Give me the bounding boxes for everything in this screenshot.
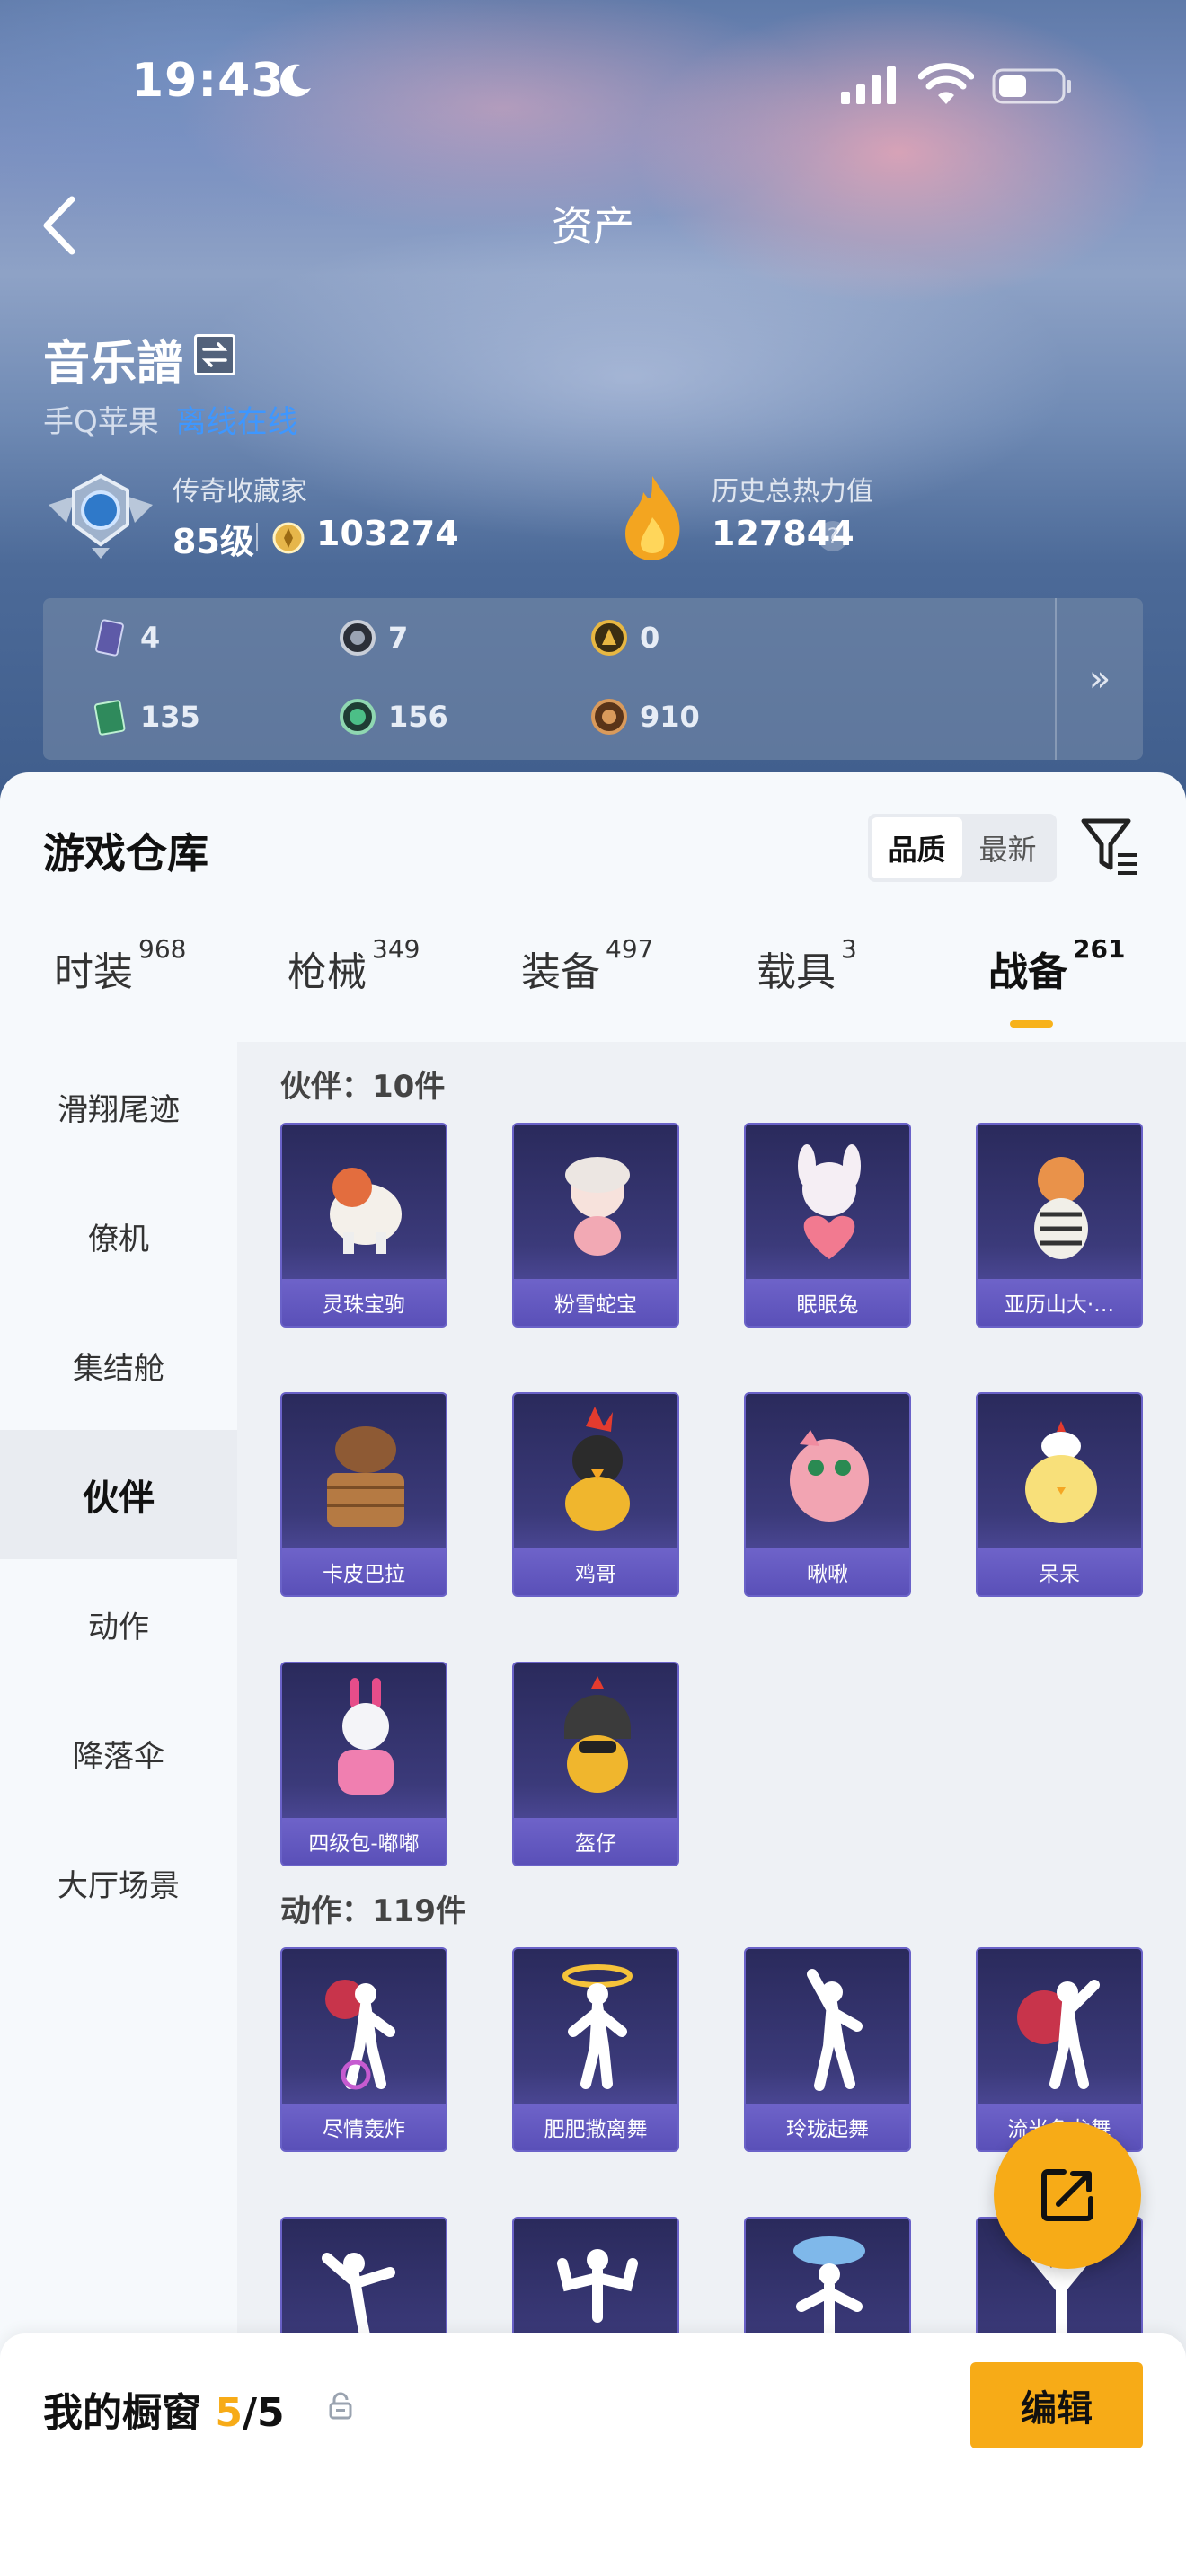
battery-icon [992, 68, 1071, 104]
heat-label: 历史总热力值 [712, 476, 873, 507]
item-card[interactable]: 灵珠宝驹 [280, 1123, 447, 1328]
section-title-emote: 动作：119件 [280, 1893, 466, 1929]
dancer-icon [807, 1969, 863, 2091]
moon-icon [280, 64, 311, 97]
cellular-signal-icon [841, 66, 896, 104]
tiger-icon [1034, 1157, 1088, 1259]
item-card[interactable]: 卡皮巴拉 [280, 1392, 447, 1597]
showcase-bar: 我的橱窗 5/5 编辑 [0, 2333, 1186, 2576]
helmet-chick-icon [564, 1676, 631, 1793]
bunny-icon [798, 1144, 861, 1259]
tab-equipment[interactable]: 装备497 [521, 934, 653, 997]
showcase-title: 我的橱窗 5/5 [43, 2390, 285, 2436]
sidebar-item-glide-trail[interactable]: 滑翔尾迹 [0, 1042, 237, 1171]
item-card[interactable]: 呆呆 [976, 1392, 1143, 1597]
rank-badge-icon [49, 473, 153, 559]
collection-coin-icon [272, 522, 305, 554]
level-value: 85级 [173, 522, 254, 561]
tab-vehicles[interactable]: 载具3 [757, 934, 857, 997]
currency-bronze: 910 [589, 697, 700, 737]
chicken-icon [565, 1407, 630, 1531]
silver-coin-icon [340, 620, 376, 656]
sidebar-item-lobby-scene[interactable]: 大厅场景 [0, 1818, 237, 1947]
bronze-coin-icon [591, 699, 627, 735]
wifi-icon [918, 63, 974, 104]
card-icon [95, 619, 124, 657]
sort-newest[interactable]: 最新 [962, 817, 1053, 878]
sidebar-item-emote[interactable]: 动作 [0, 1559, 237, 1689]
help-icon[interactable]: ? [818, 521, 848, 551]
green-orb-icon [340, 699, 376, 735]
coin-value: 103274 [316, 514, 459, 553]
warehouse-title: 游戏仓库 [43, 829, 208, 878]
edit-button[interactable]: 编辑 [970, 2362, 1143, 2448]
currency-ticket: 135 [90, 697, 200, 737]
item-card[interactable]: 玲珑起舞 [744, 1947, 911, 2152]
item-card[interactable]: 尽情轰炸 [280, 1947, 447, 2152]
item-card[interactable]: 四级包-嘟嘟 [280, 1662, 447, 1866]
sidebar-item-companion[interactable]: 伙伴 [0, 1430, 237, 1559]
warehouse-sheet: 游戏仓库 品质 最新 时装968 枪械349 装备497 载具3 战备261 滑… [0, 772, 1186, 2576]
status-link[interactable]: 离线在线 [176, 404, 298, 440]
item-card[interactable]: 粉雪蛇宝 [512, 1123, 679, 1328]
currency-orb: 156 [338, 697, 448, 737]
item-card[interactable]: 鸡哥 [512, 1392, 679, 1597]
status-bar: 19:43 [0, 0, 1186, 171]
snake-doll-icon [565, 1157, 630, 1256]
pink-bird-icon [790, 1430, 869, 1522]
sidebar-item-parachute[interactable]: 降落伞 [0, 1689, 237, 1818]
gold-coin-icon [591, 620, 627, 656]
item-card[interactable]: 啾啾 [744, 1392, 911, 1597]
divider [256, 523, 258, 551]
robot-bunny-icon [338, 1678, 394, 1795]
tab-combat-gear[interactable]: 战备261 [988, 934, 1125, 997]
active-tab-indicator [1010, 1020, 1053, 1028]
category-tabs: 时装968 枪械349 装备497 载具3 战备261 [0, 934, 1186, 1029]
item-card[interactable]: 眠眠兔 [744, 1123, 911, 1328]
flame-icon [625, 476, 680, 560]
status-time: 19:43 [131, 54, 285, 108]
item-card[interactable]: 亚历山大·… [976, 1123, 1143, 1328]
page-title: 资产 [552, 202, 634, 251]
rank-label: 传奇收藏家 [173, 476, 307, 507]
sort-quality[interactable]: 品质 [872, 817, 962, 878]
sidebar-item-wingman[interactable]: 僚机 [0, 1171, 237, 1301]
currency-gold: 0 [589, 618, 659, 657]
chick-icon [1025, 1421, 1097, 1523]
currency-expand-icon[interactable]: » [1055, 598, 1143, 760]
currency-card: 4 [90, 618, 160, 657]
dancer-dragon-icon [1017, 1980, 1100, 2089]
tab-fashion[interactable]: 时装968 [54, 934, 186, 997]
dancer-halo-icon [562, 1964, 633, 2089]
horse-companion-icon [330, 1168, 402, 1254]
item-card[interactable]: 盔仔 [512, 1662, 679, 1866]
swap-account-icon[interactable] [194, 334, 235, 375]
share-external-icon [1041, 2169, 1093, 2221]
section-title-companion: 伙伴：10件 [280, 1069, 446, 1105]
item-card[interactable]: 肥肥撒离舞 [512, 1947, 679, 2152]
lock-icon [329, 2392, 352, 2420]
share-button[interactable] [994, 2122, 1141, 2269]
dancer-bomb-icon [325, 1980, 395, 2090]
player-name: 音乐譜 [43, 337, 184, 391]
currency-silver: 7 [338, 618, 408, 657]
player-subtitle: 手Q苹果 离线在线 [43, 397, 298, 441]
tab-guns[interactable]: 枪械349 [288, 934, 420, 997]
capybara-icon [327, 1426, 404, 1527]
sort-toggle[interactable]: 品质 最新 [868, 814, 1057, 882]
currency-panel[interactable]: 4 7 0 135 156 910 » [43, 598, 1143, 760]
filter-icon[interactable] [1078, 812, 1141, 880]
sidebar-item-assembly-pod[interactable]: 集结舱 [0, 1301, 237, 1430]
platform-label: 手Q苹果 [43, 404, 159, 440]
green-ticket-icon [93, 700, 126, 736]
